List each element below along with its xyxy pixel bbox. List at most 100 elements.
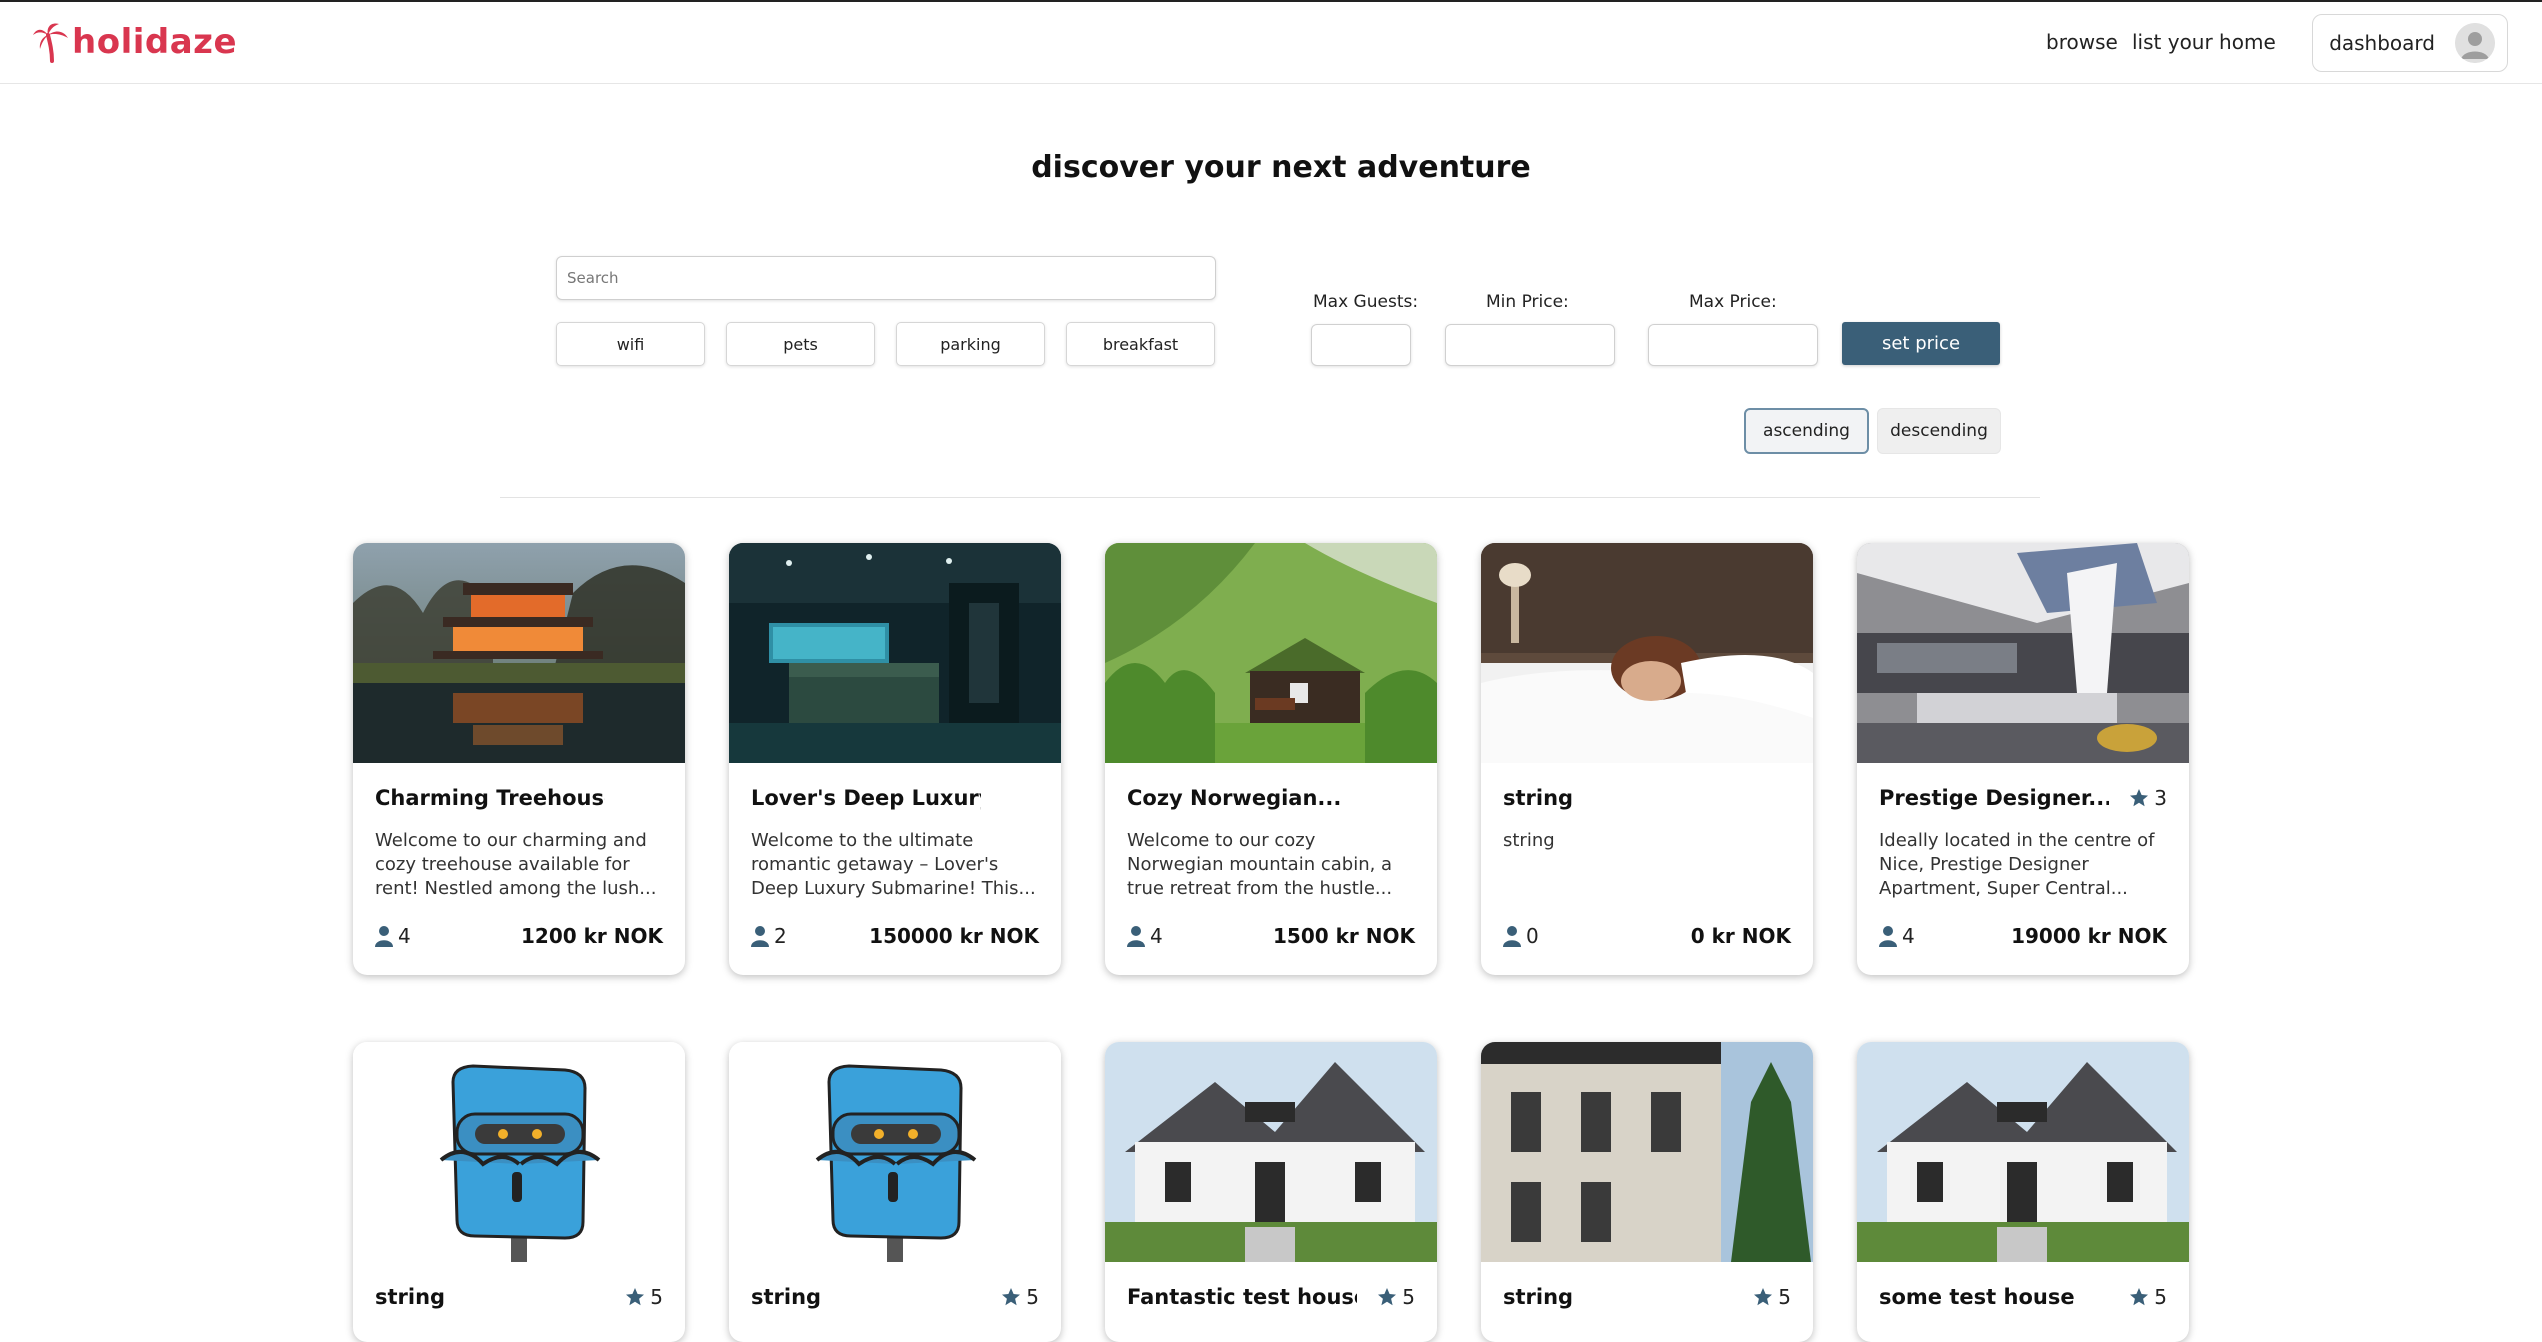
venue-card[interactable]: Fantastic test house 5	[1105, 1042, 1437, 1342]
guest-count: 4	[398, 924, 411, 948]
page-title: discover your next adventure	[1031, 150, 1531, 185]
person-icon	[375, 926, 393, 947]
submarine-bedroom-photo-icon	[729, 543, 1061, 763]
venue-rating: 5	[2129, 1285, 2167, 1309]
white-house-photo-icon	[1857, 1042, 2189, 1262]
venue-image	[1105, 543, 1437, 763]
venue-description: Ideally located in the centre of Nice, P…	[1879, 830, 2155, 899]
venue-title: string	[751, 1285, 822, 1309]
townhouse-photo-icon	[1481, 1042, 1813, 1262]
robot-illustration-icon	[729, 1042, 1061, 1262]
search-input[interactable]	[556, 256, 1216, 300]
venue-image	[729, 1042, 1061, 1262]
apartment-photo-icon	[1857, 543, 2189, 763]
person-icon	[1503, 926, 1521, 947]
star-icon	[1378, 1288, 1397, 1306]
venue-guests: 0	[1503, 924, 1539, 948]
venue-title: string	[1503, 1285, 1574, 1309]
nav-list-your-home-link[interactable]: list your home	[2132, 30, 2276, 54]
venue-guests: 4	[1127, 924, 1163, 948]
min-price-input[interactable]	[1445, 324, 1615, 366]
site-header: holidaze browse list your home dashboard	[0, 2, 2542, 84]
rating-value: 5	[1026, 1285, 1039, 1309]
venue-description: string	[1503, 830, 1555, 851]
sort-ascending-button[interactable]: ascending	[1744, 408, 1869, 454]
venue-card[interactable]: some test house 5	[1857, 1042, 2189, 1342]
cabin-photo-icon	[1105, 543, 1437, 763]
venue-description: Welcome to our charming and cozy treehou…	[375, 830, 657, 899]
venue-image	[729, 543, 1061, 763]
treehouse-photo-icon	[353, 543, 685, 763]
filter-pets-button[interactable]: pets	[726, 322, 875, 366]
filter-wifi-button[interactable]: wifi	[556, 322, 705, 366]
venue-card[interactable]: Charming Treehouse ... Welcome to our ch…	[353, 543, 685, 975]
venue-rating: 5	[625, 1285, 663, 1309]
dashboard-button[interactable]: dashboard	[2312, 14, 2508, 72]
venue-price: 1200 kr NOK	[521, 924, 663, 948]
star-icon	[2130, 1288, 2149, 1306]
set-price-button[interactable]: set price	[1842, 322, 2000, 365]
rating-value: 5	[2154, 1285, 2167, 1309]
venue-card[interactable]: Cozy Norwegian... Welcome to our cozy No…	[1105, 543, 1437, 975]
venue-rating: 5	[1377, 1285, 1415, 1309]
person-icon	[751, 926, 769, 947]
rating-value: 5	[1778, 1285, 1791, 1309]
filter-parking-button[interactable]: parking	[896, 322, 1045, 366]
rating-value: 5	[1402, 1285, 1415, 1309]
venue-rating: 3	[2129, 786, 2167, 810]
venue-title: some test house	[1879, 1285, 2075, 1309]
min-price-label: Min Price:	[1486, 292, 1569, 312]
sort-descending-button[interactable]: descending	[1877, 408, 2001, 454]
venue-title: string	[1503, 786, 1574, 810]
section-divider	[500, 497, 2040, 498]
venue-rating: 5	[1001, 1285, 1039, 1309]
rating-value: 3	[2154, 786, 2167, 810]
venue-description: Welcome to the ultimate romantic getaway…	[751, 830, 1036, 899]
filter-breakfast-button[interactable]: breakfast	[1066, 322, 1215, 366]
venue-price: 150000 kr NOK	[869, 924, 1039, 948]
rating-value: 5	[650, 1285, 663, 1309]
venue-card[interactable]: string 5	[1481, 1042, 1813, 1342]
max-price-input[interactable]	[1648, 324, 1818, 366]
star-icon	[626, 1288, 645, 1306]
venue-rating: 5	[1753, 1285, 1791, 1309]
venue-card[interactable]: string string 0 0 kr NOK	[1481, 543, 1813, 975]
venue-image	[1481, 543, 1813, 763]
white-house-photo-icon	[1105, 1042, 1437, 1262]
max-guests-label: Max Guests:	[1313, 292, 1419, 312]
venue-guests: 4	[375, 924, 411, 948]
dashboard-label: dashboard	[2329, 31, 2435, 55]
venue-card[interactable]: string 5	[353, 1042, 685, 1342]
avatar	[2455, 23, 2495, 63]
venue-title: Prestige Designer...	[1879, 786, 2109, 810]
venue-guests: 2	[751, 924, 787, 948]
guest-count: 2	[774, 924, 787, 948]
person-icon	[1127, 926, 1145, 947]
robot-illustration-icon	[353, 1042, 685, 1262]
venue-card[interactable]: Lover's Deep Luxury... Welcome to the ul…	[729, 543, 1061, 975]
star-icon	[2130, 789, 2149, 807]
venue-title: Cozy Norwegian...	[1127, 786, 1342, 810]
max-guests-input[interactable]	[1311, 324, 1411, 366]
venue-card[interactable]: Prestige Designer... 3 Ideally located i…	[1857, 543, 2189, 975]
nav-browse-link[interactable]: browse	[2046, 30, 2118, 54]
user-avatar-icon	[2455, 23, 2495, 63]
brand-name: holidaze	[72, 22, 238, 62]
guest-count: 0	[1526, 924, 1539, 948]
star-icon	[1002, 1288, 1021, 1306]
palm-tree-icon	[33, 23, 68, 63]
venue-description: Welcome to our cozy Norwegian mountain c…	[1127, 830, 1393, 899]
guest-count: 4	[1902, 924, 1915, 948]
brand-logo[interactable]: holidaze	[32, 18, 237, 66]
venue-title: string	[375, 1285, 446, 1309]
venue-image	[1857, 1042, 2189, 1262]
venue-image	[353, 543, 685, 763]
venue-price: 19000 kr NOK	[2011, 924, 2167, 948]
venue-title: Charming Treehouse ...	[375, 786, 605, 810]
venue-image	[353, 1042, 685, 1262]
person-icon	[1879, 926, 1897, 947]
guest-count: 4	[1150, 924, 1163, 948]
venue-image	[1105, 1042, 1437, 1262]
sleeping-woman-photo-icon	[1481, 543, 1813, 763]
venue-card[interactable]: string 5	[729, 1042, 1061, 1342]
